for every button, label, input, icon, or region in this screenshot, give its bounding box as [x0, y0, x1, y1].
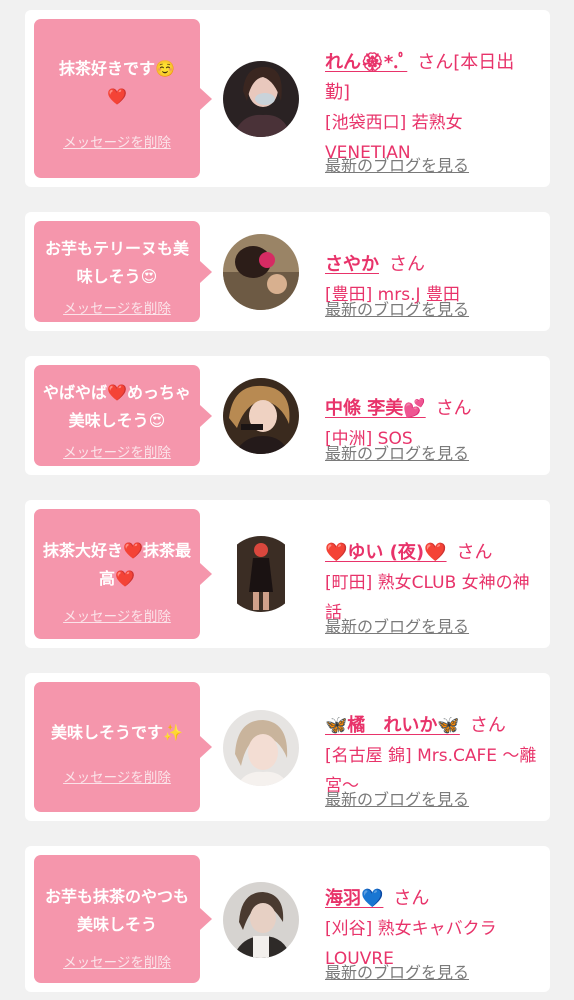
avatar[interactable] — [223, 234, 299, 310]
delete-message-link[interactable]: メッセージを削除 — [34, 951, 200, 971]
view-blog-link[interactable]: 最新のブログを見る — [325, 440, 469, 464]
sender-info: れん🏵*.ﾟ さん[本日出勤] [池袋西口] 若熟女 VENETIAN — [325, 18, 537, 168]
message-text: 抹茶好きです☺️ ❤️ — [59, 59, 175, 106]
sender-suffix: さん — [435, 398, 472, 419]
avatar[interactable] — [223, 378, 299, 454]
message-feed: 抹茶好きです☺️ ❤️ メッセージを削除 れん🏵*.ﾟ さん[本日出勤] [池袋西… — [0, 0, 574, 1000]
sender-name[interactable]: れん🏵*.ﾟ — [325, 52, 407, 73]
message-card: お芋も抹茶のやつも美味しそう メッセージを削除 海羽💙 さん [刈谷] 熟女キャバ… — [25, 846, 550, 992]
sender-name[interactable]: 中條 李美💕 — [325, 398, 426, 419]
view-blog-link[interactable]: 最新のブログを見る — [325, 959, 469, 983]
sender-name[interactable]: さやか — [325, 254, 379, 275]
message-text: 美味しそうです✨ — [51, 723, 183, 742]
message-bubble: お芋もテリーヌも美味しそう😍 メッセージを削除 — [34, 221, 212, 322]
view-blog-link[interactable]: 最新のブログを見る — [325, 613, 469, 637]
message-card: お芋もテリーヌも美味しそう😍 メッセージを削除 さやか さん [豊田] mrs.J… — [25, 212, 550, 331]
sender-info: 🦋橘 れいか🦋 さん [名古屋 錦] Mrs.CAFE 〜離宮〜 — [325, 681, 537, 801]
avatar[interactable] — [223, 61, 299, 137]
sender-suffix: さん — [393, 888, 430, 909]
sender-name[interactable]: 🦋橘 れいか🦋 — [325, 715, 460, 736]
message-card: やばやば❤️めっちゃ美味しそう😍 メッセージを削除 中條 李美💕 さん [中洲] … — [25, 356, 550, 475]
message-card: 抹茶好きです☺️ ❤️ メッセージを削除 れん🏵*.ﾟ さん[本日出勤] [池袋西… — [25, 10, 550, 187]
view-blog-link[interactable]: 最新のブログを見る — [325, 786, 469, 810]
sender-info: ❤️ゆい (夜)❤️ さん [町田] 熟女CLUB 女神の神話 — [325, 508, 537, 628]
message-card: 美味しそうです✨ メッセージを削除 🦋橘 れいか🦋 さん [名古屋 錦] Mrs.… — [25, 673, 550, 821]
message-text: お芋もテリーヌも美味しそう😍 — [44, 239, 189, 286]
delete-message-link[interactable]: メッセージを削除 — [34, 441, 200, 461]
message-bubble: お芋も抹茶のやつも美味しそう メッセージを削除 — [34, 855, 212, 983]
message-bubble: 抹茶大好き❤️抹茶最高❤️ メッセージを削除 — [34, 509, 212, 639]
delete-message-link[interactable]: メッセージを削除 — [34, 131, 200, 151]
avatar[interactable] — [223, 882, 299, 958]
message-text: お芋も抹茶のやつも美味しそう — [44, 887, 189, 934]
message-text: やばやば❤️めっちゃ美味しそう😍 — [43, 383, 191, 430]
delete-message-link[interactable]: メッセージを削除 — [34, 766, 200, 786]
sender-name[interactable]: 海羽💙 — [325, 888, 383, 909]
delete-message-link[interactable]: メッセージを削除 — [34, 605, 200, 625]
message-text: 抹茶大好き❤️抹茶最高❤️ — [43, 541, 191, 588]
message-bubble: やばやば❤️めっちゃ美味しそう😍 メッセージを削除 — [34, 365, 212, 466]
view-blog-link[interactable]: 最新のブログを見る — [325, 296, 469, 320]
view-blog-link[interactable]: 最新のブログを見る — [325, 152, 469, 176]
delete-message-link[interactable]: メッセージを削除 — [34, 297, 200, 317]
avatar[interactable] — [223, 536, 299, 612]
sender-suffix: さん — [456, 542, 493, 563]
sender-suffix: さん — [469, 715, 506, 736]
message-bubble: 抹茶好きです☺️ ❤️ メッセージを削除 — [34, 19, 212, 178]
sender-suffix: さん — [389, 254, 425, 275]
message-bubble: 美味しそうです✨ メッセージを削除 — [34, 682, 212, 812]
message-card: 抹茶大好き❤️抹茶最高❤️ メッセージを削除 ❤️ゆい (夜)❤️ さん [町田]… — [25, 500, 550, 648]
avatar[interactable] — [223, 710, 299, 786]
sender-info: 海羽💙 さん [刈谷] 熟女キャバクラ LOUVRE — [325, 854, 537, 974]
sender-name[interactable]: ❤️ゆい (夜)❤️ — [325, 542, 447, 563]
